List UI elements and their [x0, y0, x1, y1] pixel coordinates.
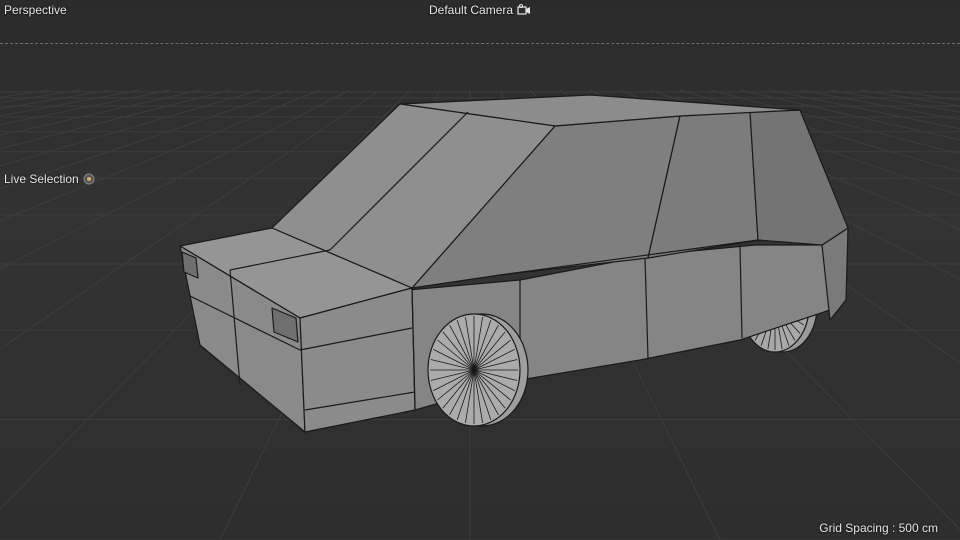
camera-icon[interactable] — [517, 4, 531, 16]
3d-viewport[interactable]: Perspective Default Camera Live Selectio… — [0, 0, 960, 540]
car-model[interactable] — [179, 94, 849, 433]
safe-frame-line — [0, 43, 960, 44]
grid-line — [0, 89, 111, 110]
viewport-scene[interactable] — [0, 0, 960, 540]
view-mode-label[interactable]: Perspective — [4, 2, 67, 18]
active-tool-name: Live Selection — [4, 172, 79, 186]
grid-line — [0, 89, 81, 104]
grid-line — [0, 89, 141, 117]
grid-spacing-readout: Grid Spacing : 500 cm — [819, 521, 938, 535]
grid-line — [0, 89, 171, 126]
active-tool[interactable]: Live Selection — [4, 171, 95, 187]
front-wheel[interactable] — [427, 313, 529, 427]
front-wheel-spokes — [430, 316, 518, 424]
camera-selector[interactable]: Default Camera — [429, 2, 531, 18]
grid-line — [889, 89, 960, 101]
grid-line — [0, 89, 51, 98]
grid-line — [799, 89, 960, 121]
camera-name: Default Camera — [429, 3, 514, 17]
tool-settings-icon[interactable] — [83, 173, 95, 185]
